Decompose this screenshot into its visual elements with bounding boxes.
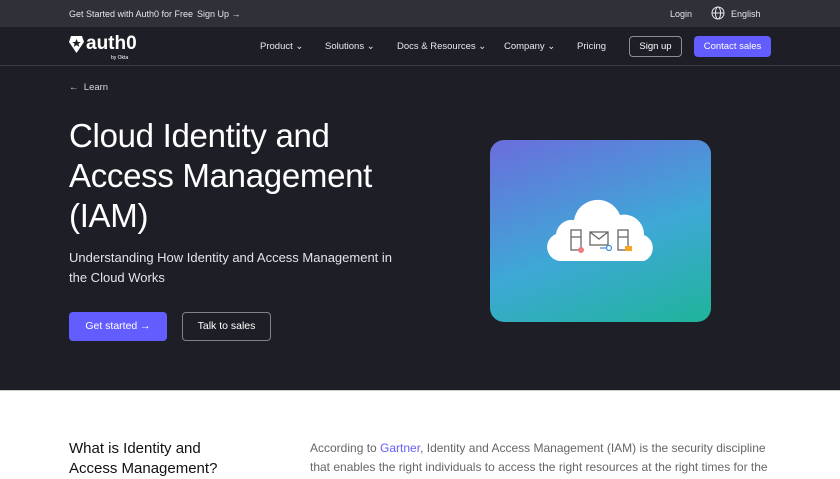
intro-section: What is Identity and Access Management? … — [0, 390, 840, 477]
top-bar: Get Started with Auth0 for Free Sign Up … — [0, 0, 840, 27]
section-heading: What is Identity and Access Management? — [69, 440, 218, 477]
shield-star-icon — [69, 36, 84, 53]
login-link[interactable]: Login — [670, 9, 692, 19]
nav-solutions[interactable]: Solutions ⌄ — [325, 41, 375, 52]
cloud-illustration — [490, 140, 711, 322]
nav-pricing[interactable]: Pricing — [577, 41, 606, 52]
logo-subtext: by Okta — [111, 55, 129, 61]
back-label: Learn — [83, 82, 109, 93]
logo-text: auth0 — [86, 33, 137, 54]
promo-text: Get Started with Auth0 for Free — [69, 9, 194, 19]
back-learn-link[interactable]: ← Learn — [69, 82, 108, 93]
page-subtitle: Understanding How Identity and Access Ma… — [69, 250, 393, 285]
signup-button[interactable]: Sign up — [629, 36, 682, 57]
section-paragraph: According to Gartner, Identity and Acces… — [310, 439, 770, 477]
talk-to-sales-button[interactable]: Talk to sales — [182, 312, 271, 341]
get-started-button[interactable]: Get started → — [69, 312, 167, 341]
nav-product[interactable]: Product ⌄ — [260, 41, 303, 52]
gartner-link[interactable]: Gartner — [380, 441, 420, 455]
paragraph-text: According to — [310, 441, 381, 455]
arrow-left-icon: ← — [69, 82, 84, 93]
language-select[interactable]: English — [731, 9, 761, 19]
hero-section: ← Learn Cloud Identity and Access Manage… — [0, 66, 840, 390]
nav-company[interactable]: Company ⌄ — [504, 41, 555, 52]
contact-sales-button[interactable]: Contact sales — [694, 36, 771, 57]
promo-signup-link[interactable]: Sign Up → — [197, 9, 241, 19]
nav-docs-resources[interactable]: Docs & Resources ⌄ — [397, 41, 486, 52]
cloud-icon — [547, 199, 653, 262]
globe-icon[interactable] — [711, 6, 725, 22]
page-title: Cloud Identity and Access Management (IA… — [69, 117, 373, 234]
